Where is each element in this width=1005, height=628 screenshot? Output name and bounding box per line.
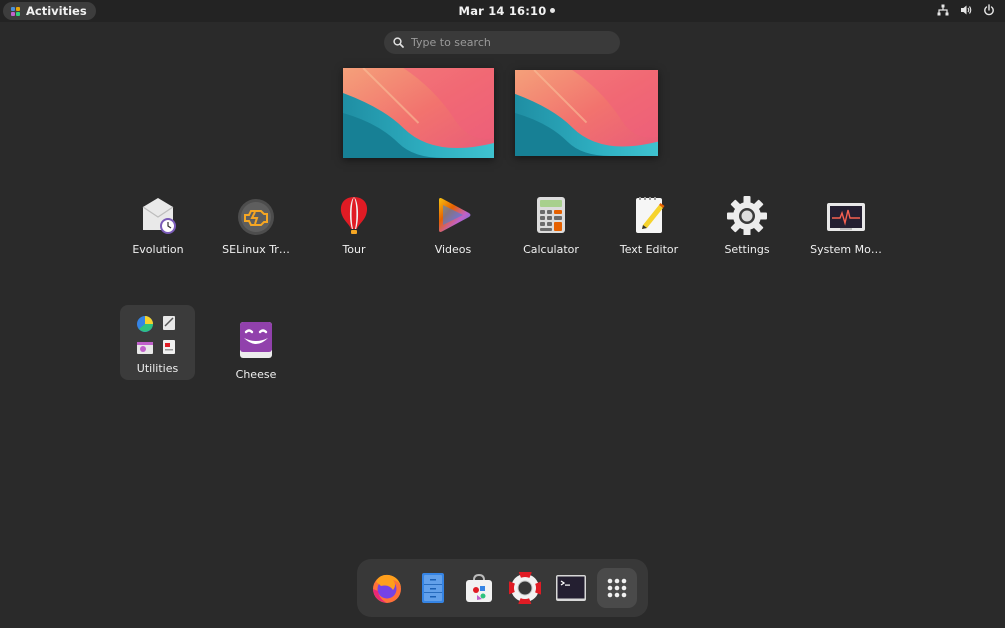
app-system-monitor[interactable]: System Mo… bbox=[798, 187, 894, 263]
dash-files[interactable] bbox=[413, 568, 453, 608]
cheese-icon bbox=[240, 322, 272, 358]
volume-icon[interactable] bbox=[960, 4, 972, 16]
app-label: SELinux Tr… bbox=[222, 243, 290, 256]
notification-dot-icon bbox=[550, 8, 555, 13]
dash-firefox[interactable] bbox=[367, 568, 407, 608]
videos-icon bbox=[439, 198, 471, 232]
system-monitor-icon bbox=[827, 203, 865, 231]
search-icon bbox=[393, 37, 404, 48]
software-icon bbox=[466, 573, 492, 602]
text-editor-icon bbox=[636, 197, 665, 233]
wallpaper-thumbnail bbox=[515, 70, 658, 156]
show-apps-button[interactable] bbox=[597, 568, 637, 608]
dash-terminal[interactable] bbox=[551, 568, 591, 608]
app-label: Videos bbox=[434, 243, 472, 256]
app-tour[interactable]: Tour bbox=[306, 187, 402, 263]
app-label: Utilities bbox=[136, 362, 179, 375]
clock[interactable]: Mar 14 16:10 bbox=[0, 4, 1005, 18]
firefox-icon bbox=[373, 574, 401, 603]
workspace-thumbnail-1[interactable] bbox=[343, 68, 494, 158]
terminal-icon bbox=[556, 575, 586, 601]
show-apps-grid-icon bbox=[607, 578, 627, 598]
app-label: Text Editor bbox=[619, 243, 679, 256]
tour-balloon-icon bbox=[340, 197, 368, 234]
evolution-icon bbox=[142, 198, 176, 234]
app-evolution[interactable]: Evolution bbox=[110, 187, 206, 263]
folder-utilities[interactable]: Utilities bbox=[120, 305, 195, 380]
network-icon[interactable] bbox=[937, 4, 949, 16]
app-label: Calculator bbox=[523, 243, 579, 256]
system-tray[interactable] bbox=[937, 4, 995, 16]
files-icon bbox=[422, 573, 444, 603]
search-bar[interactable] bbox=[384, 31, 620, 54]
wallpaper-thumbnail bbox=[343, 68, 494, 158]
settings-gear-icon bbox=[727, 196, 767, 235]
app-label: System Mo… bbox=[810, 243, 882, 256]
app-calculator[interactable]: Calculator bbox=[503, 187, 599, 263]
app-text-editor[interactable]: Text Editor bbox=[601, 187, 697, 263]
app-settings[interactable]: Settings bbox=[699, 187, 795, 263]
app-label: Settings bbox=[724, 243, 770, 256]
workspace-thumbnail-2[interactable] bbox=[515, 70, 658, 156]
dash-software[interactable] bbox=[459, 568, 499, 608]
app-selinux-troubleshooter[interactable]: SELinux Tr… bbox=[208, 187, 304, 263]
app-label: Cheese bbox=[235, 368, 277, 381]
power-icon[interactable] bbox=[983, 4, 995, 16]
help-icon bbox=[509, 572, 541, 604]
search-input[interactable] bbox=[411, 36, 601, 49]
dash bbox=[357, 559, 648, 617]
dash-help[interactable] bbox=[505, 568, 545, 608]
app-label: Tour bbox=[342, 243, 366, 256]
clock-label: Mar 14 16:10 bbox=[458, 4, 547, 18]
selinux-troubleshooter-icon bbox=[238, 199, 274, 235]
utilities-folder-icon bbox=[137, 316, 175, 354]
app-cheese[interactable]: Cheese bbox=[208, 312, 304, 388]
app-videos[interactable]: Videos bbox=[405, 187, 501, 263]
top-bar: Activities Mar 14 16:10 bbox=[0, 0, 1005, 22]
app-label: Evolution bbox=[132, 243, 184, 256]
calculator-icon bbox=[537, 197, 565, 233]
